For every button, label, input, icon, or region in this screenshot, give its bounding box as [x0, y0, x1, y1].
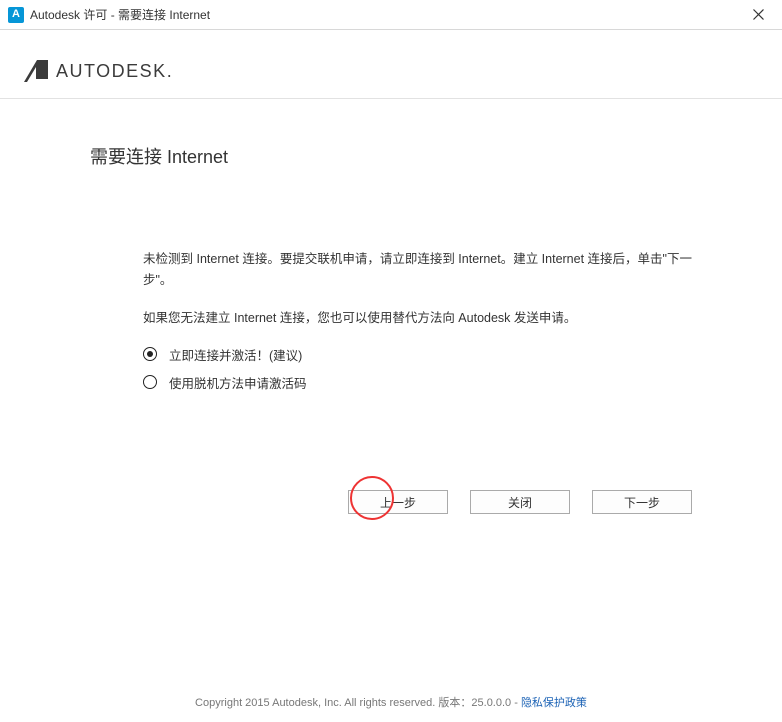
page-heading: 需要连接 Internet: [90, 143, 692, 169]
footer: Copyright 2015 Autodesk, Inc. All rights…: [0, 694, 782, 710]
header-section: AUTODESK.: [0, 30, 782, 99]
radio-label-connect-now: 立即连接并激活！(建议): [169, 345, 302, 364]
close-button[interactable]: 关闭: [470, 490, 570, 514]
autodesk-logo-text: AUTODESK.: [56, 61, 173, 82]
description-para-1: 未检测到 Internet 连接。要提交联机申请，请立即连接到 Internet…: [143, 249, 692, 292]
titlebar: A Autodesk 许可 - 需要连接 Internet: [0, 0, 782, 30]
radio-connect-now[interactable]: 立即连接并激活！(建议): [143, 345, 692, 364]
description-text: 未检测到 Internet 连接。要提交联机申请，请立即连接到 Internet…: [90, 249, 692, 329]
close-icon: [753, 9, 764, 20]
activation-method-radio-group: 立即连接并激活！(建议) 使用脱机方法申请激活码: [90, 345, 692, 392]
app-icon: A: [8, 7, 24, 23]
content-area: 需要连接 Internet 未检测到 Internet 连接。要提交联机申请，请…: [0, 99, 782, 421]
privacy-policy-link[interactable]: 隐私保护政策: [521, 697, 587, 709]
radio-label-offline: 使用脱机方法申请激活码: [169, 373, 307, 392]
autodesk-logo: AUTODESK.: [24, 60, 173, 82]
radio-indicator-unchecked-icon: [143, 375, 157, 389]
radio-offline[interactable]: 使用脱机方法申请激活码: [143, 373, 692, 392]
back-button[interactable]: 上一步: [348, 490, 448, 514]
autodesk-logo-icon: [24, 60, 48, 82]
description-para-2: 如果您无法建立 Internet 连接，您也可以使用替代方法向 Autodesk…: [143, 308, 692, 329]
close-window-button[interactable]: [740, 1, 776, 29]
radio-indicator-checked-icon: [143, 347, 157, 361]
next-button[interactable]: 下一步: [592, 490, 692, 514]
window-title: Autodesk 许可 - 需要连接 Internet: [30, 6, 740, 23]
button-row: 上一步 关闭 下一步: [0, 490, 782, 514]
footer-copyright: Copyright 2015 Autodesk, Inc. All rights…: [195, 697, 521, 709]
